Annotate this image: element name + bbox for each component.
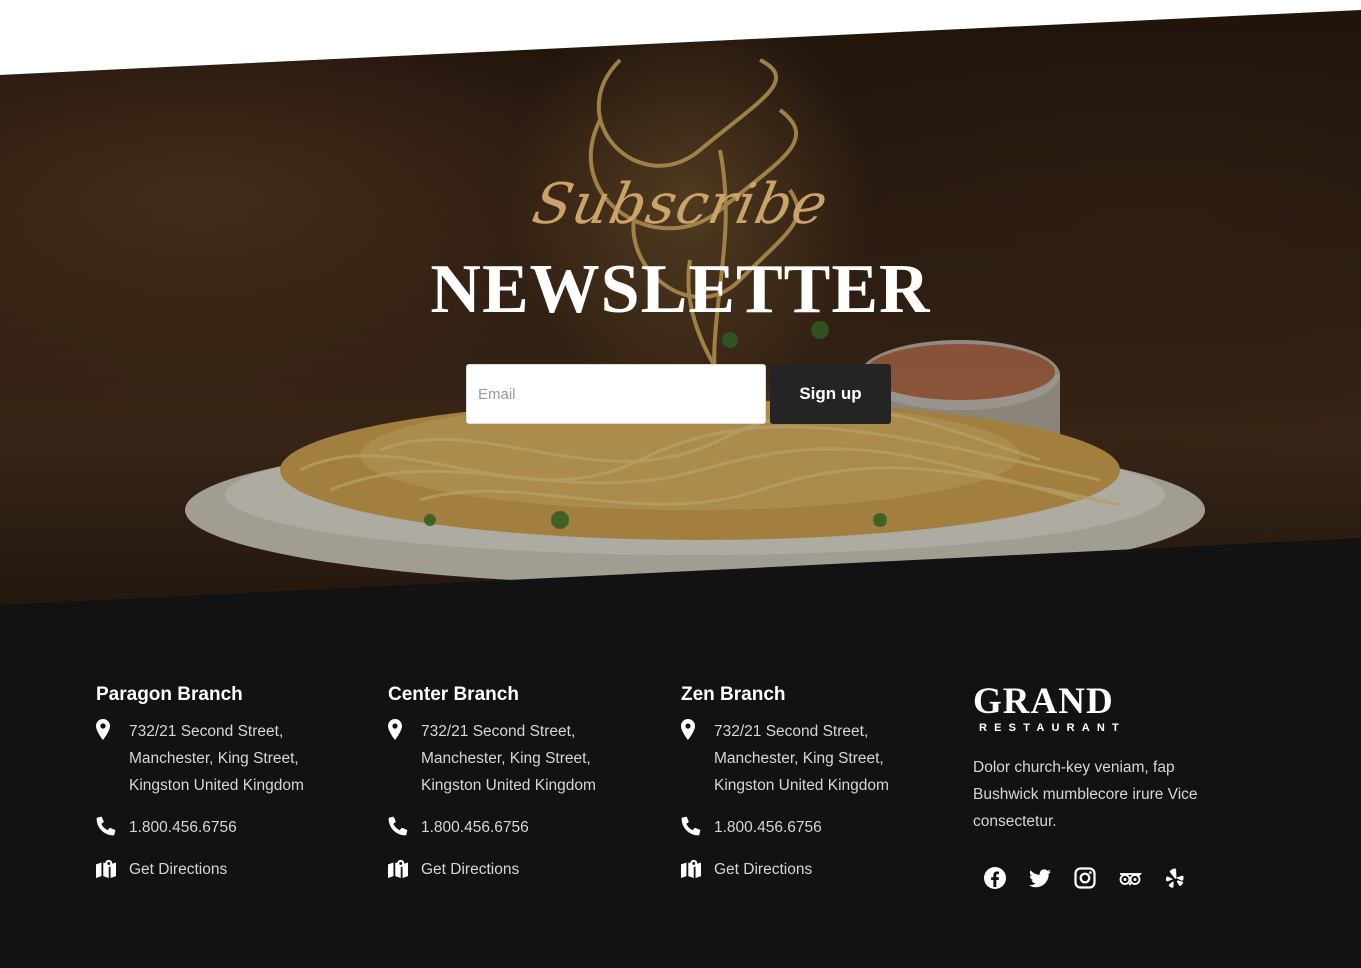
address-line: Kingston United Kingdom [421,777,596,794]
subscribe-script-title: Subscribe [527,172,834,237]
branch-paragon: Paragon Branch 732/21 Second Street, Man… [96,684,376,883]
branch-zen: Zen Branch 732/21 Second Street, Manches… [681,684,961,883]
branch-address: 732/21 Second Street, Manchester, King S… [388,718,668,799]
grand-restaurant-logo[interactable]: GRAND RESTAURANT [973,681,1126,734]
facebook-icon[interactable] [983,866,1007,890]
instagram-icon[interactable] [1073,866,1097,890]
about-text: Dolor church-key veniam, fap Bushwick mu… [973,759,1198,830]
address-line: 732/21 Second Street, [714,723,869,740]
phone-number[interactable]: 1.800.456.6756 [129,819,237,836]
map-pin-icon [388,719,402,740]
branch-address: 732/21 Second Street, Manchester, King S… [96,718,376,799]
address-line: Manchester, King Street, [129,750,299,767]
directions-label[interactable]: Get Directions [714,861,812,878]
logo-main-text: GRAND [973,681,1114,722]
yelp-icon[interactable] [1163,866,1187,890]
logo-sub-text: RESTAURANT [979,722,1126,734]
map-pin-icon [96,719,110,740]
branch-name: Center Branch [388,684,519,705]
phone-icon [388,816,408,836]
branch-phone[interactable]: 1.800.456.6756 [681,814,961,841]
branch-phone[interactable]: 1.800.456.6756 [388,814,668,841]
address-line: Manchester, King Street, [714,750,884,767]
social-links [983,866,1187,890]
phone-number[interactable]: 1.800.456.6756 [714,819,822,836]
map-directions-icon [96,859,116,878]
branch-name: Zen Branch [681,684,786,705]
tripadvisor-icon[interactable] [1118,866,1142,890]
branch-address: 732/21 Second Street, Manchester, King S… [681,718,961,799]
newsletter-hero: Subscribe NEWSLETTER Sign up [0,10,1361,620]
branch-center: Center Branch 732/21 Second Street, Manc… [388,684,668,883]
address-line: Kingston United Kingdom [129,777,304,794]
directions-label[interactable]: Get Directions [421,861,519,878]
phone-icon [96,816,116,836]
get-directions-link[interactable]: Get Directions [681,856,961,883]
map-pin-icon [681,719,695,740]
address-line: 732/21 Second Street, [421,723,576,740]
address-line: Manchester, King Street, [421,750,591,767]
newsletter-title: NEWSLETTER [430,251,931,328]
branch-phone[interactable]: 1.800.456.6756 [96,814,376,841]
phone-number[interactable]: 1.800.456.6756 [421,819,529,836]
get-directions-link[interactable]: Get Directions [96,856,376,883]
map-directions-icon [388,859,408,878]
phone-icon [681,816,701,836]
directions-label[interactable]: Get Directions [129,861,227,878]
map-directions-icon [681,859,701,878]
get-directions-link[interactable]: Get Directions [388,856,668,883]
address-line: Kingston United Kingdom [714,777,889,794]
twitter-icon[interactable] [1028,866,1052,890]
address-line: 732/21 Second Street, [129,723,284,740]
email-input[interactable] [466,364,766,424]
signup-button[interactable]: Sign up [770,364,891,424]
branch-name: Paragon Branch [96,684,243,705]
